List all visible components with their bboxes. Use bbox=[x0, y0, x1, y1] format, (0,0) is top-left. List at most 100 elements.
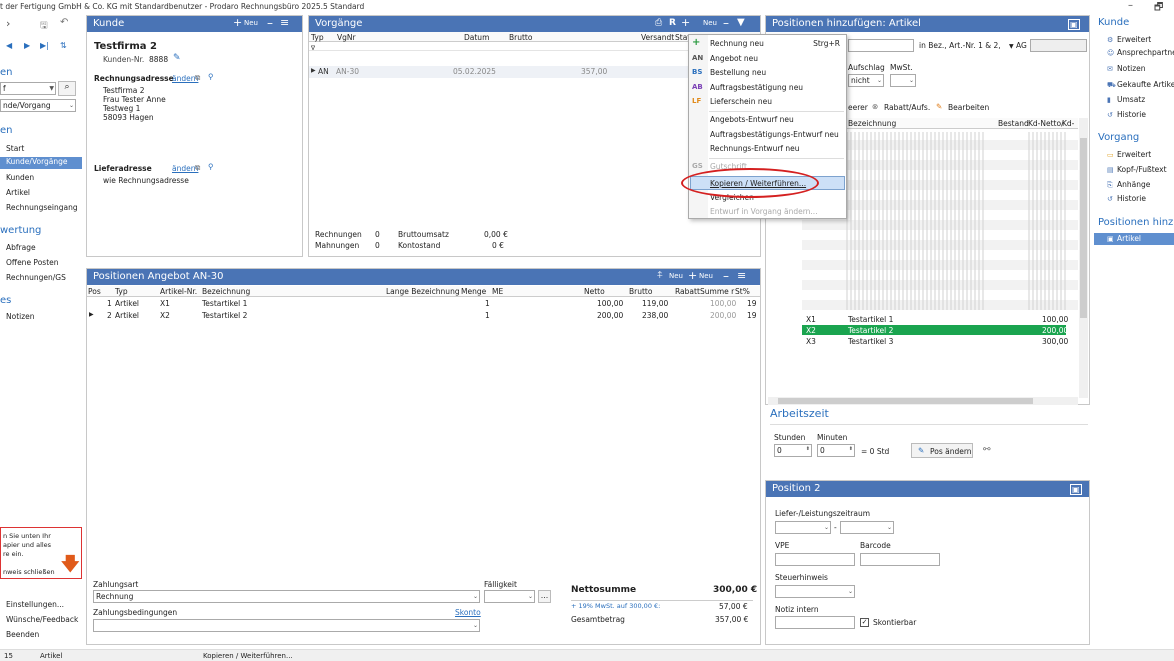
col-bezeichnung[interactable]: Bezeichnung bbox=[848, 119, 896, 128]
menu-item-angebot-neu[interactable]: AN Angebot neu bbox=[689, 52, 846, 66]
nav-kunden[interactable]: Kunden bbox=[6, 173, 34, 182]
table-row[interactable]: ▶ 2 Artikel X2 Testartikel 2 1 200,00 23… bbox=[87, 310, 760, 321]
search-icon[interactable]: ⌕ bbox=[58, 81, 76, 96]
bearbeiten-button[interactable]: Bearbeiten bbox=[948, 103, 989, 112]
zahlungsart-select[interactable]: Rechnung ⌄ bbox=[93, 590, 480, 603]
back-arrow-icon[interactable]: › bbox=[6, 17, 10, 30]
menu-item-ab-entwurf-neu[interactable]: Auftragsbestätigungs-Entwurf neu bbox=[689, 128, 846, 142]
map-pin-icon[interactable]: ⚲ bbox=[208, 162, 214, 171]
col-brutto[interactable]: Brutto bbox=[629, 287, 652, 296]
article-search-input[interactable] bbox=[848, 39, 914, 52]
rechnung-icon[interactable]: R bbox=[669, 18, 676, 28]
skontierbar-checkbox[interactable]: ✓ bbox=[860, 618, 869, 627]
collapse-icon[interactable]: – bbox=[723, 16, 729, 30]
rb-anhaenge[interactable]: ⎘ Anhänge bbox=[1107, 180, 1150, 190]
col-typ[interactable]: Typ bbox=[311, 33, 324, 42]
rb-notizen[interactable]: ✉ Notizen bbox=[1107, 64, 1146, 73]
col-artikelnr[interactable]: Artikel-Nr. bbox=[160, 287, 197, 296]
col-kd[interactable]: Kd- bbox=[1062, 119, 1074, 128]
rb-historie[interactable]: ↺ Historie bbox=[1107, 110, 1146, 119]
col-datum[interactable]: Datum bbox=[464, 33, 489, 42]
nav-notizen[interactable]: Notizen bbox=[6, 312, 35, 321]
spinner-icon[interactable]: ⬍ bbox=[849, 446, 853, 452]
add-icon[interactable]: + bbox=[233, 16, 242, 29]
barcode-input[interactable] bbox=[860, 553, 940, 566]
col-netto[interactable]: Netto bbox=[584, 287, 605, 296]
vpe-input[interactable] bbox=[775, 553, 855, 566]
faelligkeit-input[interactable]: ⌄ bbox=[484, 590, 535, 603]
expand-icon[interactable]: ▣ bbox=[1070, 484, 1082, 495]
menu-item-auftragsbestaetigung-neu[interactable]: AB Auftragsbestätigung neu bbox=[689, 81, 846, 95]
menu-item-rechnungs-entwurf-neu[interactable]: Rechnungs-Entwurf neu bbox=[689, 142, 846, 156]
minimize-button[interactable]: – bbox=[1128, 0, 1133, 11]
rb-artikel[interactable]: ▣ Artikel bbox=[1094, 233, 1174, 245]
rb-vorgang-erweitert[interactable]: ▭ Erweitert bbox=[1107, 150, 1151, 159]
next-record-icon[interactable]: ▶ bbox=[24, 41, 30, 50]
col-versandt[interactable]: Versandt bbox=[641, 33, 674, 42]
leerer-button[interactable]: eerer bbox=[848, 103, 868, 112]
last-record-icon[interactable]: ▶| bbox=[40, 41, 49, 50]
new-button[interactable]: Neu bbox=[244, 19, 258, 27]
menu-icon[interactable]: ≡ bbox=[280, 16, 289, 29]
mwst-select[interactable]: ⌄ bbox=[890, 74, 916, 87]
col-me[interactable]: ME bbox=[492, 287, 503, 296]
new-button[interactable]: Neu bbox=[699, 272, 713, 280]
search-scope-label[interactable]: in Bez., Art.-Nr. 1 & 2, bbox=[919, 41, 1001, 50]
save-icon[interactable]: 🖫 bbox=[40, 18, 48, 34]
rb-umsatz[interactable]: ▮ Umsatz bbox=[1107, 95, 1145, 104]
nav-rechnungseingang[interactable]: Rechnungseingang bbox=[6, 203, 78, 212]
col-brutto[interactable]: Brutto bbox=[509, 33, 532, 42]
col-menge[interactable]: Menge bbox=[461, 287, 486, 296]
rb-gekaufte-artikel[interactable]: ⛟Gekaufte Artikel bbox=[1107, 80, 1174, 90]
ag-select[interactable]: ▼ AG bbox=[1009, 41, 1027, 50]
undo-icon[interactable]: ↶ bbox=[60, 17, 68, 28]
rabatt-button[interactable]: Rabatt/Aufs. bbox=[884, 103, 930, 112]
table-row-selected[interactable]: X2 Testartikel 2 200,00 bbox=[802, 325, 1068, 335]
rb-ansprechpartner[interactable]: ☺ Ansprechpartner bbox=[1107, 48, 1174, 57]
filter-select[interactable]: nde/Vorgang ⌄ bbox=[0, 99, 76, 112]
add-icon[interactable]: + bbox=[688, 269, 697, 282]
menu-item-entwurf-aendern[interactable]: Entwurf in Vorgang ändern... bbox=[689, 205, 846, 219]
col-rabatt[interactable]: Rabatt bbox=[675, 287, 700, 296]
col-summe[interactable]: Summe r bbox=[700, 287, 734, 296]
more-button[interactable]: … bbox=[538, 590, 551, 603]
copy-icon[interactable]: ⧉ bbox=[195, 163, 200, 173]
col-vgnr[interactable]: VgNr bbox=[337, 33, 356, 42]
zeitraum-from[interactable]: ⌄ bbox=[775, 521, 831, 534]
scrollbar-thumb[interactable] bbox=[1080, 138, 1087, 318]
nav-kunde-vorgaenge[interactable]: Kunde/Vorgänge bbox=[0, 157, 82, 169]
nav-feedback[interactable]: Wünsche/Feedback bbox=[6, 615, 78, 624]
col-lange-bezeichnung[interactable]: Lange Bezeichnung bbox=[386, 287, 460, 296]
menu-item-lieferschein-neu[interactable]: LF Lieferschein neu bbox=[689, 95, 846, 109]
menu-item-rechnung-neu[interactable]: + Rechnung neu Strg+R bbox=[689, 37, 846, 51]
pos-aendern-button[interactable]: ✎ Pos ändern bbox=[911, 443, 973, 458]
nav-artikel[interactable]: Artikel bbox=[6, 188, 30, 197]
link-icon[interactable]: ⚯ bbox=[983, 445, 991, 455]
aufschlag-select[interactable]: nicht ⌄ bbox=[848, 74, 884, 87]
mwst-label[interactable]: + 19% MwSt. auf 300,00 €: bbox=[571, 602, 660, 610]
spinner-icon[interactable]: ⬍ bbox=[806, 446, 810, 452]
menu-item-angebots-entwurf-neu[interactable]: Angebots-Entwurf neu bbox=[689, 113, 846, 127]
minuten-input[interactable]: 0 ⬍ bbox=[817, 444, 855, 457]
sort-icon[interactable]: ⇅ bbox=[60, 41, 67, 50]
col-pos[interactable]: Pos bbox=[88, 287, 101, 296]
nav-einstellungen[interactable]: Einstellungen... bbox=[6, 600, 64, 609]
rb-kunde-erweitert[interactable]: ⚙ Erweitert bbox=[1107, 35, 1151, 44]
first-record-icon[interactable]: ◀ bbox=[6, 41, 12, 50]
notiz-input[interactable] bbox=[775, 616, 855, 629]
menu-icon[interactable]: ≡ bbox=[737, 269, 746, 282]
stunden-input[interactable]: 0 ⬍ bbox=[774, 444, 812, 457]
scrollbar-thumb[interactable] bbox=[778, 398, 1033, 404]
col-typ[interactable]: Typ bbox=[115, 287, 128, 296]
edit-icon[interactable]: ✎ bbox=[173, 53, 181, 63]
zeitraum-to[interactable]: ⌄ bbox=[840, 521, 894, 534]
collapse-icon[interactable]: – bbox=[267, 16, 273, 30]
col-kd-netto[interactable]: Kd-Netto/ bbox=[1028, 119, 1064, 128]
vertical-scrollbar[interactable] bbox=[1079, 118, 1088, 398]
zahlungsbedingungen-select[interactable]: ⌄ bbox=[93, 619, 480, 632]
new-button[interactable]: Neu bbox=[703, 19, 717, 27]
rb-kopf-fusstext[interactable]: ▤ Kopf-/Fußtext bbox=[1107, 165, 1167, 174]
nav-beenden[interactable]: Beenden bbox=[6, 630, 39, 639]
col-bestand[interactable]: Bestand bbox=[998, 119, 1029, 128]
nav-start[interactable]: Start bbox=[6, 144, 24, 153]
